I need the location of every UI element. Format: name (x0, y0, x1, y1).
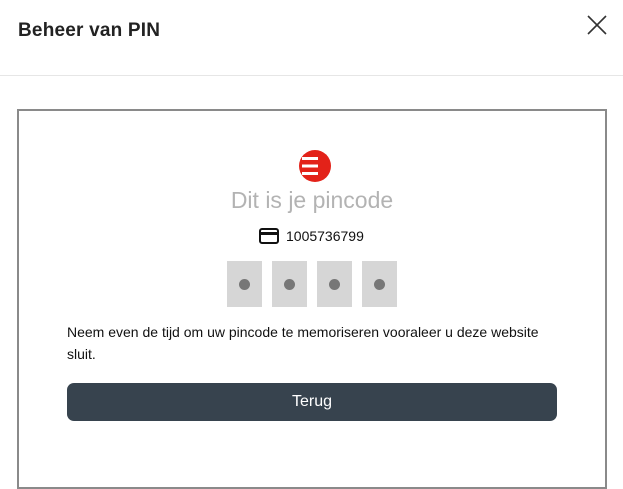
pin-digit-box (227, 261, 262, 307)
pin-digit-box (362, 261, 397, 307)
dialog-title: Beheer van PIN (18, 20, 161, 41)
pin-frame: Dit is je pincode 1005736799 Neem even d… (17, 109, 607, 489)
pin-mask-dot (239, 279, 250, 290)
pin-digit-box (272, 261, 307, 307)
pin-digit-box (317, 261, 352, 307)
credit-card-icon (259, 228, 279, 244)
close-button[interactable] (585, 13, 609, 37)
card-number: 1005736799 (286, 228, 364, 244)
pin-mask-dot (284, 279, 295, 290)
pin-mask-dot (329, 279, 340, 290)
back-button[interactable]: Terug (67, 383, 557, 421)
pin-heading: Dit is je pincode (230, 187, 394, 213)
pin-mask-dot (374, 279, 385, 290)
pin-code-display (227, 261, 397, 307)
close-icon (587, 15, 607, 35)
card-number-row: 1005736799 (259, 226, 364, 246)
brand-logo-icon (298, 149, 332, 183)
dialog-header: Beheer van PIN (0, 0, 623, 76)
memorize-message: Neem even de tijd om uw pincode te memor… (67, 324, 539, 362)
